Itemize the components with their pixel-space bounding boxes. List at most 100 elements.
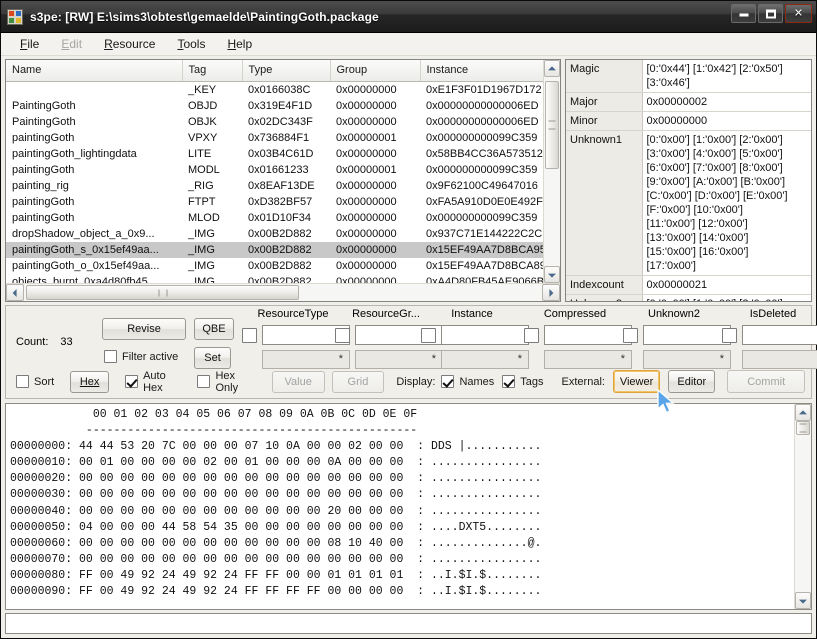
- names-checkbox[interactable]: Names: [441, 375, 494, 388]
- filter-value-input-2[interactable]: [441, 325, 529, 345]
- hex-dump-text[interactable]: 00 01 02 03 04 05 06 07 08 09 0A 0B 0C 0…: [6, 404, 794, 609]
- scroll-up-icon[interactable]: [544, 60, 560, 77]
- hscroll-track[interactable]: [24, 284, 542, 301]
- cell-instance: 0xA4D80FB45AE9066B: [420, 274, 543, 284]
- filter-active-box[interactable]: [104, 350, 117, 363]
- table-row[interactable]: PaintingGothOBJK0x02DC343F0x000000000x00…: [6, 114, 543, 130]
- property-value[interactable]: [0:'0x00'] [1:'0x00'] [2:'0x00'] [3:'0x0…: [642, 295, 811, 303]
- filter-pattern-field-2[interactable]: *: [441, 350, 529, 369]
- table-row[interactable]: paintingGothMODL0x016612330x000000010x00…: [6, 162, 543, 178]
- hex-vscroll-thumb[interactable]: [796, 421, 810, 435]
- resource-list-grid[interactable]: Name Tag Type Group Instance Chu... _KEY…: [6, 60, 543, 283]
- scroll-down-icon[interactable]: [544, 266, 560, 283]
- property-row[interactable]: Major0x00000002: [566, 93, 811, 112]
- filter-active-checkbox[interactable]: Filter active: [104, 350, 178, 363]
- column-header-type[interactable]: Type: [242, 60, 330, 81]
- filter-value-input-4[interactable]: [643, 325, 731, 345]
- sort-checkbox[interactable]: Sort: [16, 375, 54, 388]
- qbe-button[interactable]: QBE: [194, 318, 234, 340]
- vscroll-track[interactable]: [544, 77, 560, 266]
- column-header-name[interactable]: Name: [6, 60, 182, 81]
- property-row[interactable]: Indexcount0x00000021: [566, 276, 811, 295]
- cell-instance: 0x000000000099C359: [420, 162, 543, 178]
- column-header-tag[interactable]: Tag: [182, 60, 242, 81]
- filter-value-input-3[interactable]: [544, 325, 632, 345]
- hex-only-box[interactable]: [197, 375, 210, 388]
- vscroll-thumb[interactable]: [545, 81, 559, 169]
- cell-instance: 0x00000000000006ED: [420, 114, 543, 130]
- filter-enable-checkbox-0[interactable]: [242, 328, 257, 343]
- column-header-group[interactable]: Group: [330, 60, 420, 81]
- revise-button[interactable]: Revise: [102, 318, 186, 340]
- property-row[interactable]: Minor0x00000000: [566, 112, 811, 131]
- property-value[interactable]: 0x00000021: [642, 276, 811, 295]
- names-box[interactable]: [441, 375, 454, 388]
- resource-list-vscrollbar[interactable]: [543, 60, 560, 283]
- column-header-instance[interactable]: Instance: [420, 60, 543, 81]
- filter-pattern-field-4[interactable]: *: [643, 350, 731, 369]
- filter-enable-checkbox-4[interactable]: [623, 328, 638, 343]
- cell-group: 0x00000000: [330, 146, 420, 162]
- hscroll-thumb[interactable]: [26, 285, 299, 300]
- hex-only-checkbox[interactable]: Hex Only: [197, 370, 255, 394]
- menu-resource[interactable]: Resource: [93, 34, 166, 54]
- property-row[interactable]: Magic[0:'0x44'] [1:'0x42'] [2:'0x50'] [3…: [566, 60, 811, 93]
- table-row[interactable]: paintingGoth_o_0x15ef49aa..._IMG0x00B2D8…: [6, 258, 543, 274]
- tags-checkbox[interactable]: Tags: [502, 375, 543, 388]
- table-row[interactable]: dropShadow_object_a_0x9..._IMG0x00B2D882…: [6, 226, 543, 242]
- filter-enable-checkbox-2[interactable]: [421, 328, 436, 343]
- filter-pattern-field-5[interactable]: *: [742, 350, 817, 369]
- property-value[interactable]: [0:'0x00'] [1:'0x00'] [2:'0x00'] [3:'0x0…: [642, 131, 811, 276]
- editor-button[interactable]: Editor: [668, 370, 715, 393]
- set-button[interactable]: Set: [194, 347, 231, 369]
- filter-column-header-4: Unknown2: [619, 308, 729, 320]
- close-button[interactable]: ✕: [785, 4, 812, 23]
- cell-group: 0x00000001: [330, 130, 420, 146]
- viewer-button[interactable]: Viewer: [613, 370, 660, 393]
- filter-value-input-5[interactable]: [742, 325, 817, 345]
- hex-button[interactable]: Hex: [70, 371, 109, 393]
- property-row[interactable]: Unknown1[0:'0x00'] [1:'0x00'] [2:'0x00']…: [566, 131, 811, 276]
- menu-tools[interactable]: Tools: [166, 34, 216, 54]
- tags-box[interactable]: [502, 375, 515, 388]
- property-row[interactable]: Unknown2[0:'0x00'] [1:'0x00'] [2:'0x00']…: [566, 295, 811, 303]
- table-row[interactable]: paintingGoth_lightingdataLITE0x03B4C61D0…: [6, 146, 543, 162]
- cell-name: PaintingGoth: [6, 98, 182, 114]
- table-row[interactable]: paintingGothVPXY0x736884F10x000000010x00…: [6, 130, 543, 146]
- external-label: External:: [562, 376, 605, 388]
- resource-list-hscrollbar[interactable]: [6, 283, 560, 301]
- table-row[interactable]: _KEY0x0166038C0x000000000xE1F3F01D1967D1…: [6, 81, 543, 98]
- menu-edit[interactable]: Edit: [50, 34, 93, 54]
- filter-enable-checkbox-5[interactable]: [722, 328, 737, 343]
- table-row[interactable]: paintingGoth_s_0x15ef49aa..._IMG0x00B2D8…: [6, 242, 543, 258]
- table-row[interactable]: objects_burnt_0xa4d80fb45..._IMG0x00B2D8…: [6, 274, 543, 284]
- auto-hex-checkbox[interactable]: Auto Hex: [125, 370, 183, 394]
- menu-help[interactable]: Help: [216, 34, 263, 54]
- commit-button[interactable]: Commit: [727, 370, 805, 393]
- table-row[interactable]: paintingGothFTPT0xD382BF570x000000000xFA…: [6, 194, 543, 210]
- hex-scroll-up-icon[interactable]: [795, 404, 811, 421]
- property-grid-panel[interactable]: Magic[0:'0x44'] [1:'0x42'] [2:'0x50'] [3…: [565, 59, 812, 302]
- grid-button[interactable]: Grid: [332, 371, 385, 393]
- property-value[interactable]: [0:'0x44'] [1:'0x42'] [2:'0x50'] [3:'0x4…: [642, 60, 811, 93]
- minimize-button[interactable]: [731, 4, 756, 23]
- table-row[interactable]: painting_rig_RIG0x8EAF13DE0x000000000x9F…: [6, 178, 543, 194]
- table-row[interactable]: PaintingGothOBJD0x319E4F1D0x000000000x00…: [6, 98, 543, 114]
- filter-enable-checkbox-1[interactable]: [335, 328, 350, 343]
- hex-scroll-down-icon[interactable]: [795, 592, 811, 609]
- cell-instance: 0x15EF49AA7D8BCA89: [420, 258, 543, 274]
- property-value[interactable]: 0x00000000: [642, 112, 811, 131]
- scroll-right-icon[interactable]: [542, 284, 560, 301]
- value-button[interactable]: Value: [272, 371, 325, 393]
- table-row[interactable]: paintingGothMLOD0x01D10F340x000000000x00…: [6, 210, 543, 226]
- sort-box[interactable]: [16, 375, 29, 388]
- filter-enable-checkbox-3[interactable]: [524, 328, 539, 343]
- maximize-button[interactable]: [758, 4, 783, 23]
- hex-vscroll-track[interactable]: [795, 421, 811, 592]
- auto-hex-box[interactable]: [125, 375, 138, 388]
- hex-vscrollbar[interactable]: [794, 404, 811, 609]
- filter-pattern-field-3[interactable]: *: [544, 350, 632, 369]
- property-value[interactable]: 0x00000002: [642, 93, 811, 112]
- scroll-left-icon[interactable]: [6, 284, 24, 301]
- menu-file[interactable]: File: [9, 34, 50, 54]
